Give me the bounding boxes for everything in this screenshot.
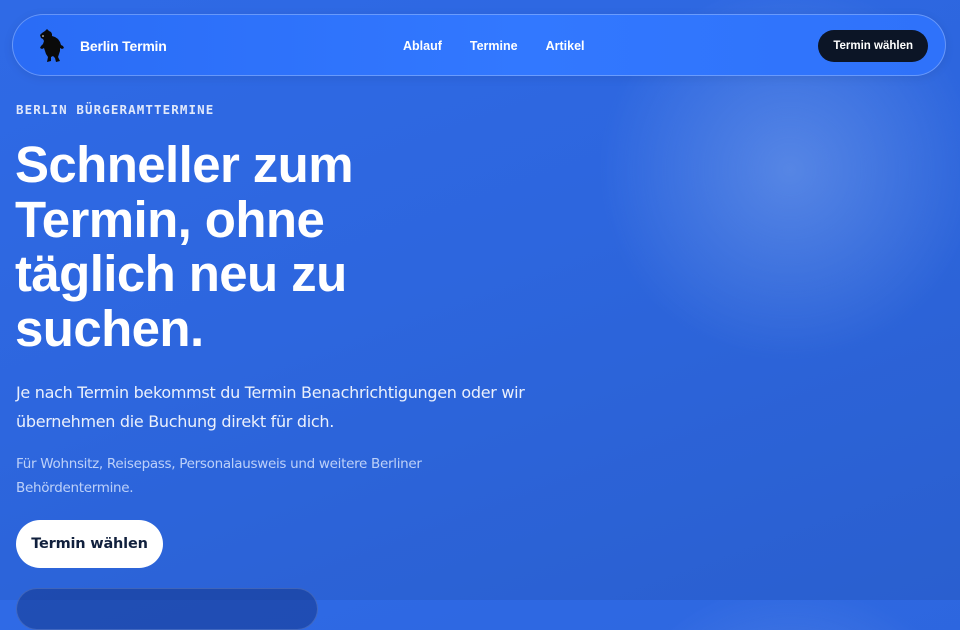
berlin-bear-icon [40,29,64,62]
hero-eyebrow: BERLIN BÜRGERAMTTERMINE [16,102,215,117]
partial-card [16,588,318,630]
hero-headline: Schneller zum Termin, ohne täglich neu z… [15,136,354,357]
nav-link-ablauf[interactable]: Ablauf [403,39,442,53]
top-navigation: Berlin Termin Ablauf Termine Artikel Ter… [12,14,946,76]
nav-links: Ablauf Termine Artikel [403,15,613,77]
brand-link[interactable]: Berlin Termin [39,29,167,63]
brand-name: Berlin Termin [80,38,167,54]
hero-choose-appointment-button[interactable]: Termin wählen [16,520,163,568]
nav-link-termine[interactable]: Termine [470,39,518,53]
nav-choose-appointment-button[interactable]: Termin wählen [818,30,928,62]
hero-lead: Je nach Termin bekommst du Termin Benach… [16,383,525,431]
nav-link-artikel[interactable]: Artikel [546,39,585,53]
hero-subnote: Für Wohnsitz, Reisepass, Personalausweis… [16,456,422,496]
